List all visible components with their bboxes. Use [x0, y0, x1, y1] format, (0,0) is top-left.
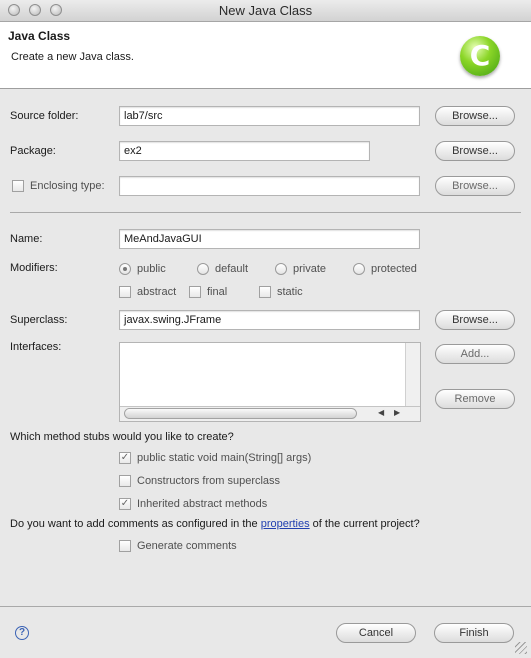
- default-radio[interactable]: [197, 263, 209, 275]
- comments-question: Do you want to add comments as configure…: [10, 518, 420, 530]
- page-subtitle: Create a new Java class.: [11, 51, 134, 63]
- scrollbar-thumb[interactable]: [124, 408, 357, 419]
- remove-interface-button[interactable]: Remove: [435, 389, 515, 409]
- footer-divider: [0, 606, 531, 607]
- protected-label: protected: [371, 263, 417, 275]
- modifiers-label: Modifiers:: [10, 262, 58, 274]
- section-divider: [10, 212, 521, 213]
- interfaces-label: Interfaces:: [10, 341, 62, 353]
- interfaces-vertical-scrollbar[interactable]: [405, 343, 420, 406]
- help-icon[interactable]: ?: [15, 626, 29, 640]
- static-checkbox[interactable]: [259, 286, 271, 298]
- private-radio[interactable]: [275, 263, 287, 275]
- inherited-methods-label: Inherited abstract methods: [137, 498, 268, 510]
- source-folder-field[interactable]: lab7/src: [119, 106, 420, 126]
- scroll-right-icon[interactable]: ▶: [394, 408, 400, 417]
- name-label: Name:: [10, 233, 43, 245]
- enclosing-type-checkbox[interactable]: [12, 180, 24, 192]
- enclosing-type-label: Enclosing type:: [30, 180, 105, 192]
- generate-comments-checkbox[interactable]: [119, 540, 131, 552]
- superclass-browse-button[interactable]: Browse...: [435, 310, 515, 330]
- add-interface-button[interactable]: Add...: [435, 344, 515, 364]
- source-folder-browse-button[interactable]: Browse...: [435, 106, 515, 126]
- private-label: private: [293, 263, 327, 275]
- abstract-checkbox[interactable]: [119, 286, 131, 298]
- public-label: public: [137, 263, 166, 275]
- main-method-checkbox[interactable]: ✓: [119, 452, 131, 464]
- main-method-label: public static void main(String[] args): [137, 452, 312, 464]
- superclass-label: Superclass:: [10, 314, 68, 326]
- resize-grip-icon[interactable]: [515, 642, 527, 654]
- superclass-field[interactable]: javax.swing.JFrame: [119, 310, 420, 330]
- static-label: static: [277, 286, 303, 298]
- java-class-logo-icon: C: [460, 36, 500, 76]
- finish-button[interactable]: Finish: [434, 623, 514, 643]
- scroll-left-icon[interactable]: ◀: [378, 408, 384, 417]
- stubs-question: Which method stubs would you like to cre…: [10, 431, 234, 443]
- final-checkbox[interactable]: [189, 286, 201, 298]
- comments-question-suffix: of the current project?: [309, 518, 420, 530]
- logo-letter: C: [469, 39, 491, 72]
- cancel-button[interactable]: Cancel: [336, 623, 416, 643]
- properties-link[interactable]: properties: [261, 518, 310, 530]
- comments-question-prefix: Do you want to add comments as configure…: [10, 518, 261, 530]
- window-title: New Java Class: [218, 3, 313, 18]
- abstract-label: abstract: [137, 286, 177, 298]
- enclosing-type-field[interactable]: [119, 176, 420, 196]
- source-folder-label: Source folder:: [10, 110, 79, 122]
- protected-radio[interactable]: [353, 263, 365, 275]
- page-title: Java Class: [8, 29, 71, 43]
- enclosing-type-browse-button[interactable]: Browse...: [435, 176, 515, 196]
- package-browse-button[interactable]: Browse...: [435, 141, 515, 161]
- generate-comments-label: Generate comments: [137, 540, 237, 552]
- inherited-methods-checkbox[interactable]: ✓: [119, 498, 131, 510]
- default-label: default: [215, 263, 249, 275]
- constructors-checkbox[interactable]: [119, 475, 131, 487]
- public-radio[interactable]: [119, 263, 131, 275]
- constructors-label: Constructors from superclass: [137, 475, 281, 487]
- final-label: final: [207, 286, 228, 298]
- name-field[interactable]: MeAndJavaGUI: [119, 229, 420, 249]
- package-label: Package:: [10, 145, 56, 157]
- package-field[interactable]: ex2: [119, 141, 370, 161]
